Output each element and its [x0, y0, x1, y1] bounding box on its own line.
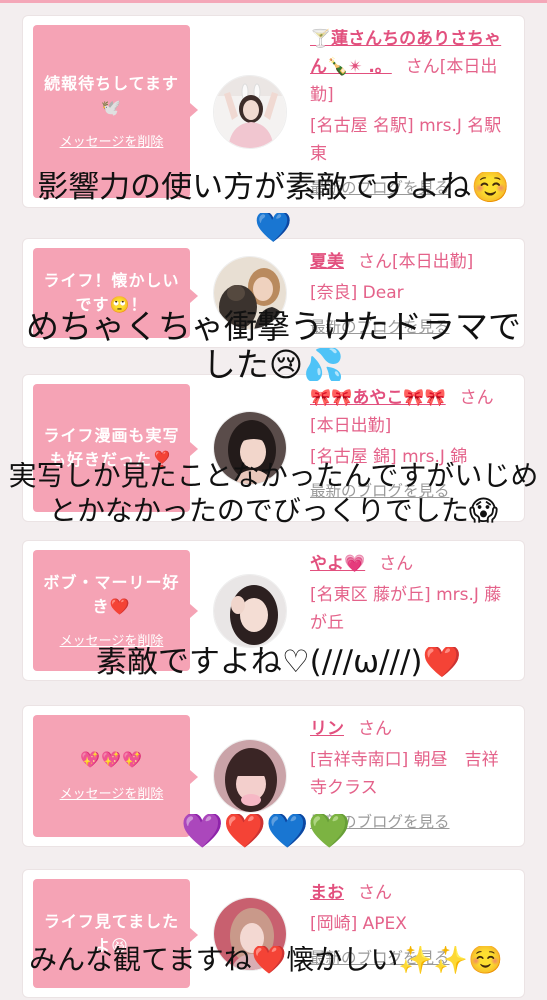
- caption-emoji: 💙: [254, 213, 293, 243]
- location-text: [名古屋 名駅] mrs.J 名駅東: [310, 116, 502, 164]
- avatar-photo[interactable]: [213, 739, 287, 813]
- name-line: 🎀🎀あやこ🎀🎀 さん[本日出勤]: [310, 384, 510, 440]
- cast-name-link[interactable]: リン: [310, 719, 344, 739]
- location-text: [岡崎] APEX: [310, 914, 407, 934]
- profile-photo: [214, 574, 286, 647]
- caption-text: とかなかったのでびっくりでした😱: [48, 497, 499, 525]
- caption-text: 素敵ですよね♡(///ω///)❤️: [95, 647, 462, 678]
- name-line: 夏美 さん[本日出勤]: [310, 248, 510, 276]
- name-line: まお さん: [310, 879, 510, 907]
- avatar-photo[interactable]: [213, 573, 287, 648]
- message-text: 💖💖💖: [80, 750, 143, 769]
- caption-hearts: 💜❤️💙💚: [181, 814, 351, 848]
- name-line: リン さん: [310, 715, 510, 743]
- status-text: さん: [358, 883, 392, 903]
- caption-text: した😢💦: [202, 348, 345, 381]
- delete-message-link[interactable]: メッセージを削除: [60, 786, 164, 804]
- status-text: さん: [358, 719, 392, 739]
- location-text: [吉祥寺南口] 朝昼 吉祥寺クラス: [310, 750, 499, 798]
- message-text: ボブ・マーリー好き❤️: [43, 572, 180, 616]
- message-bubble: ライフ漫画も実写も好きだった❣️: [33, 384, 198, 512]
- profile-photo: [214, 740, 286, 812]
- cast-name-link[interactable]: 夏美: [310, 252, 344, 272]
- cast-name-link[interactable]: やよ💗: [310, 554, 365, 574]
- profile-photo: [214, 75, 286, 148]
- message-text: 続報待ちしてます🕊️: [44, 73, 179, 117]
- cast-info: やよ💗 さん [名東区 藤が丘] mrs.J 藤が丘: [310, 550, 510, 637]
- caption-text: 実写しか見たことなかったんですがいじめ: [8, 462, 539, 490]
- status-text: さん[本日出勤]: [358, 252, 474, 272]
- name-line: やよ💗 さん: [310, 550, 510, 578]
- caption-text: 影響力の使い方が素敵ですよね☺️: [37, 172, 510, 203]
- name-line: 🍸蓮さんちのありさちゃん🍾✴︎ .。 さん[本日出勤]: [310, 25, 510, 109]
- cast-name-link[interactable]: 🎀🎀あやこ🎀🎀: [310, 388, 446, 408]
- caption-text: みんな観てますね❤️懐かしい✨✨☺️: [28, 946, 504, 974]
- message-list-page: 続報待ちしてます🕊️ メッセージを削除 🍸蓮さんちのありさちゃん🍾✴︎ .。 さん…: [0, 0, 547, 1000]
- avatar-photo[interactable]: [213, 74, 287, 149]
- status-text: さん: [379, 554, 414, 574]
- header-border: [0, 0, 547, 3]
- delete-message-link[interactable]: メッセージを削除: [60, 134, 164, 152]
- caption-text: めちゃくちゃ衝撃うけたドラマで: [26, 310, 521, 343]
- location-text: [奈良] Dear: [310, 283, 404, 303]
- cast-name-link[interactable]: まお: [310, 883, 344, 903]
- message-card: ライフ見てましたよ😆 まお さん [岡崎] APEX 最新のブログを見る: [22, 869, 525, 998]
- location-text: [名東区 藤が丘] mrs.J 藤が丘: [310, 585, 502, 633]
